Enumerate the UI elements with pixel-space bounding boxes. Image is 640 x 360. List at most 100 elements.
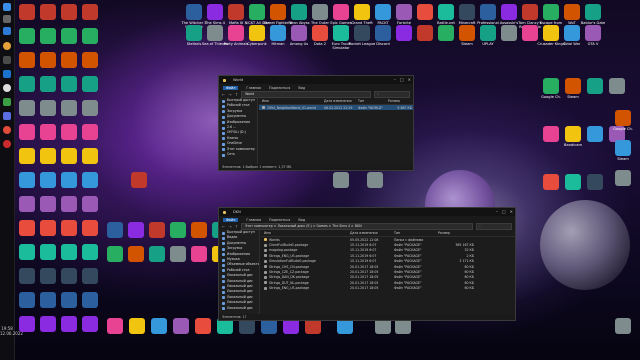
back-icon[interactable]: ←	[222, 224, 225, 229]
desktop-shortcut[interactable]: Euro Truck Simulator	[330, 25, 352, 55]
column-name[interactable]: Имя	[261, 231, 350, 235]
desktop-shortcut[interactable]	[393, 25, 415, 55]
desktop-shortcut[interactable]	[584, 78, 606, 108]
desktop-shortcut[interactable]: Google Ch.	[540, 78, 562, 108]
up-icon[interactable]: ↑	[235, 224, 238, 229]
address-bar[interactable]: Этот компьютер > Локальный диск (E:) > G…	[241, 223, 473, 230]
tab-file[interactable]: Файл	[223, 217, 239, 222]
back-icon[interactable]: ←	[222, 92, 225, 97]
desktop-shortcut[interactable]: Discord	[372, 25, 394, 55]
chrome-taskbar-icon[interactable]	[3, 42, 11, 50]
desktop-shortcut[interactable]	[104, 246, 126, 276]
desktop-shortcut[interactable]	[192, 318, 214, 348]
forward-icon[interactable]: →	[228, 224, 231, 229]
desktop-shortcut[interactable]	[125, 246, 147, 276]
desktop-shortcut[interactable]: Cyberpunk	[246, 25, 268, 55]
desktop-shortcut[interactable]: Steam	[562, 78, 584, 108]
up-icon[interactable]: ↑	[235, 92, 238, 97]
close-icon[interactable]: ✕	[510, 209, 513, 214]
desktop-shortcut[interactable]	[280, 318, 302, 348]
search-input[interactable]: ⌕	[374, 91, 410, 98]
desktop-shortcut[interactable]	[302, 318, 324, 348]
file-row[interactable]: 1994_NeighborWorld_01.world 06.02.2022 2…	[259, 105, 413, 111]
desktop-shortcut[interactable]: Dota 2	[309, 25, 331, 55]
desktop-shortcut[interactable]: Stellaris	[183, 25, 205, 55]
column-date[interactable]: Дата изменения	[324, 99, 358, 103]
desktop-shortcut[interactable]: Total War	[561, 25, 583, 55]
desktop-shortcut[interactable]: Sea of Thieves	[202, 25, 228, 55]
explorer-window-world[interactable]: World – □ ✕ Файл Главная Поделиться Вид ← …	[218, 75, 414, 171]
desktop-shortcut[interactable]	[258, 318, 280, 348]
desktop-shortcut[interactable]	[519, 25, 541, 55]
desktop-shortcut[interactable]	[167, 246, 189, 276]
tab-share[interactable]: Поделиться	[269, 86, 290, 90]
app-taskbar-icon[interactable]	[3, 98, 11, 106]
desktop-shortcut[interactable]	[435, 25, 457, 55]
window-titlebar[interactable]: DKN – □ ✕	[219, 208, 515, 216]
column-type[interactable]: Тип	[394, 231, 438, 235]
forward-icon[interactable]: →	[228, 92, 231, 97]
desktop-shortcut[interactable]: Party Animals	[224, 25, 248, 55]
column-size[interactable]: Размер	[438, 231, 474, 235]
nav-item[interactable]: Сеть	[219, 152, 257, 157]
explorer-taskbar-icon[interactable]	[3, 56, 11, 64]
taskview-icon[interactable]	[3, 27, 11, 35]
desktop-shortcut[interactable]	[540, 126, 562, 156]
close-icon[interactable]: ✕	[408, 77, 411, 82]
desktop-shortcut[interactable]	[540, 174, 562, 204]
desktop-shortcut[interactable]	[148, 318, 170, 348]
minimize-icon[interactable]: –	[496, 209, 498, 214]
desktop-shortcut[interactable]: Among Us	[288, 25, 310, 55]
address-bar[interactable]: World	[241, 91, 371, 98]
steam-taskbar-icon[interactable]	[3, 70, 11, 78]
tab-home[interactable]: Главная	[246, 86, 261, 90]
desktop-shortcut[interactable]	[612, 170, 634, 200]
desktop-shortcut[interactable]	[58, 316, 80, 346]
desktop-shortcut[interactable]: Google Ch.	[612, 110, 634, 140]
desktop-shortcut[interactable]	[126, 318, 148, 348]
tab-file[interactable]: Файл	[223, 85, 239, 90]
desktop-shortcut[interactable]	[330, 172, 352, 202]
desktop-shortcut[interactable]: Steam	[612, 140, 634, 170]
tab-view[interactable]: Вид	[298, 218, 305, 222]
desktop-shortcut[interactable]	[170, 318, 192, 348]
desktop-shortcut[interactable]	[392, 318, 414, 348]
desktop-shortcut[interactable]	[37, 316, 59, 346]
desktop-shortcut[interactable]	[188, 246, 210, 276]
desktop-shortcut[interactable]	[214, 318, 236, 348]
desktop-shortcut[interactable]	[16, 316, 38, 346]
maximize-icon[interactable]: □	[502, 209, 506, 214]
file-row[interactable]: Strings_ENG_US.package 20.01.2017 18:05 Фа…	[261, 286, 515, 291]
desktop-shortcut[interactable]: Bandicam	[562, 126, 584, 156]
desktop-shortcut[interactable]	[104, 318, 126, 348]
column-name[interactable]: Имя	[259, 99, 324, 103]
desktop-shortcut[interactable]	[612, 318, 634, 348]
desktop-shortcut[interactable]	[372, 318, 394, 348]
desktop-shortcut[interactable]: Rocket League	[349, 25, 375, 55]
explorer-window-dkn[interactable]: DKN – □ ✕ Файл Главная Поделиться Вид ← → …	[218, 207, 516, 321]
tab-view[interactable]: Вид	[298, 86, 305, 90]
desktop-shortcut[interactable]	[334, 318, 356, 348]
window-titlebar[interactable]: World – □ ✕	[219, 76, 413, 84]
search-icon[interactable]	[3, 15, 11, 23]
maximize-icon[interactable]: □	[400, 77, 404, 82]
nav-item[interactable]: Локальный дис	[219, 306, 259, 311]
desktop-shortcut[interactable]: Hitman	[267, 25, 289, 55]
minimize-icon[interactable]: –	[394, 77, 396, 82]
desktop-shortcut[interactable]	[498, 25, 520, 55]
start-icon[interactable]	[3, 3, 11, 11]
desktop-shortcut[interactable]	[584, 174, 606, 204]
desktop-shortcut[interactable]	[364, 172, 386, 202]
column-size[interactable]: Размер	[388, 99, 412, 103]
app-taskbar-icon[interactable]	[3, 84, 11, 92]
desktop-shortcut[interactable]: UPLAY	[477, 25, 499, 55]
discord-taskbar-icon[interactable]	[3, 112, 11, 120]
app-taskbar-icon[interactable]	[3, 126, 11, 134]
column-date[interactable]: Дата изменения	[350, 231, 394, 235]
desktop-shortcut[interactable]	[562, 174, 584, 204]
search-input[interactable]: ⌕	[476, 223, 512, 230]
desktop-shortcut[interactable]	[584, 126, 606, 156]
tab-share[interactable]: Поделиться	[269, 218, 290, 222]
desktop-shortcut[interactable]	[236, 318, 258, 348]
desktop-shortcut[interactable]	[128, 172, 150, 202]
